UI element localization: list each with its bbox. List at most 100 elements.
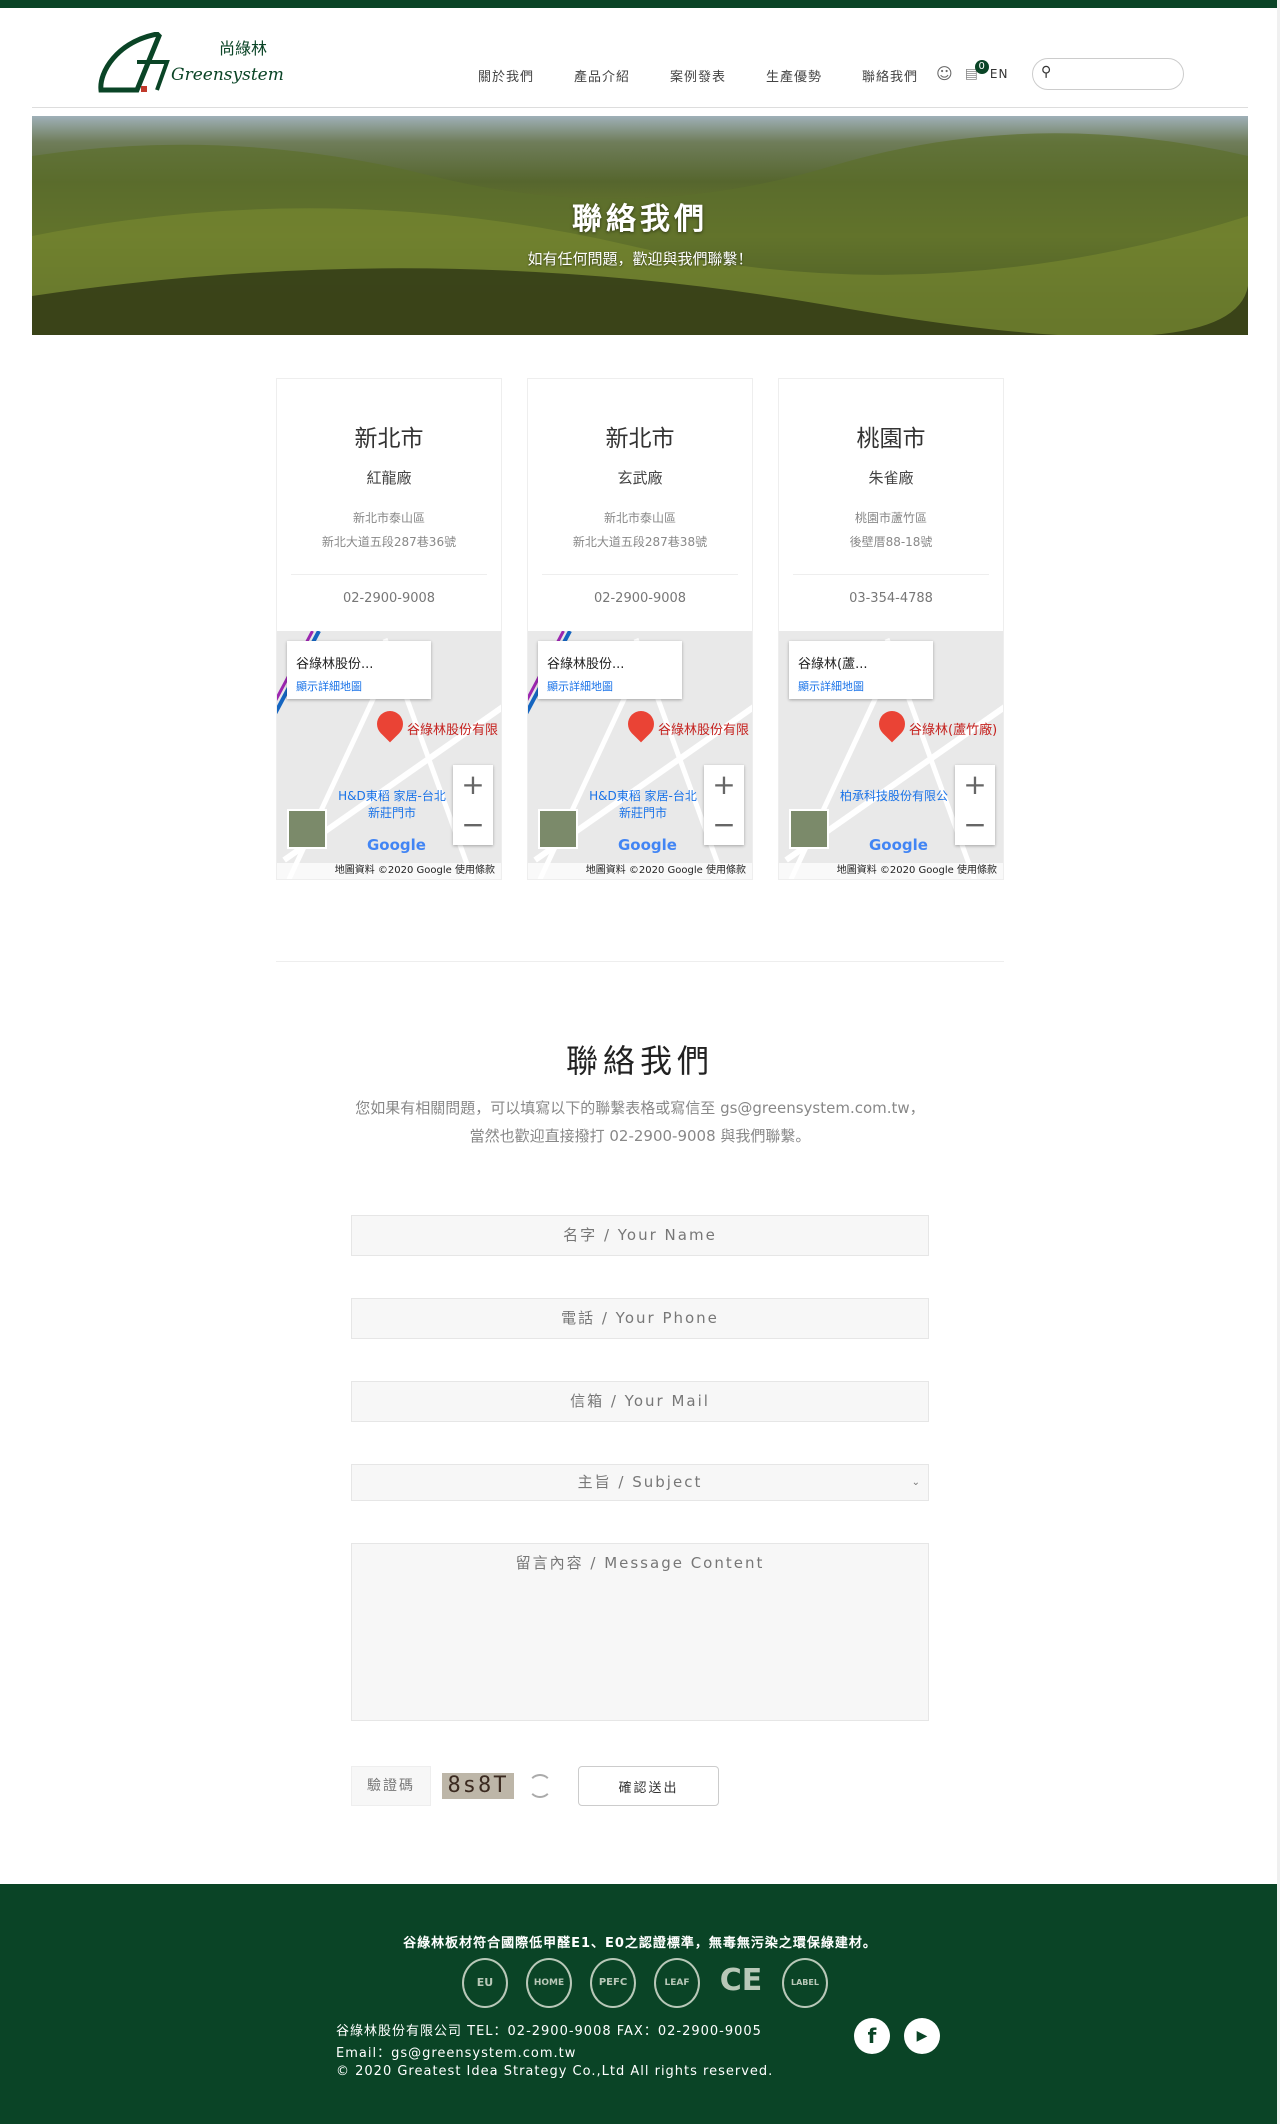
youtube-icon[interactable]: ▶ [904, 2018, 940, 2054]
subject-value: 主旨 / Subject [577, 1473, 703, 1491]
name-field[interactable]: 名字 / Your Name [351, 1215, 929, 1256]
section-divider [276, 961, 1004, 962]
map-poi: 柏承科技股份有限公 [839, 789, 948, 803]
nav-cases[interactable]: 案例發表 [670, 66, 766, 85]
address-line: 後壁厝88-18號 [849, 535, 933, 549]
card-phone: 03-354-4788 [849, 591, 933, 606]
top-bar [0, 0, 1280, 8]
subject-select[interactable]: 主旨 / Subject ⌄ [351, 1464, 929, 1501]
address-line: 新北市泰山區 [352, 511, 425, 525]
map-zoom-controls: + − [453, 765, 493, 845]
google-logo: Google [618, 836, 677, 854]
satellite-toggle[interactable] [789, 809, 829, 849]
map-place-title: 谷綠林(蘆... [798, 657, 868, 672]
card-divider [793, 574, 989, 575]
footer-statement: 谷綠林板材符合國際低甲醛E1、E0之認證標準，無毒無污染之環保綠建材。 [403, 1936, 877, 1951]
zoom-in-button[interactable]: + [704, 765, 744, 805]
header-divider [32, 107, 1248, 108]
zoom-out-button[interactable]: − [704, 805, 744, 845]
google-map[interactable]: 谷綠林股份... 顯示詳細地圖 谷綠林股份有限 H&D東稻 家居-台北新莊門市 +… [277, 631, 501, 879]
pin-label: 谷綠林股份有限 [658, 723, 750, 738]
map-zoom-controls: + − [955, 765, 995, 845]
card-address: 桃園市蘆竹區 後壁厝88-18號 [779, 506, 1003, 554]
location-card: 桃園市 朱雀廠 桃園市蘆竹區 後壁厝88-18號 03-354-4788 谷綠林(… [778, 378, 1004, 880]
map-attribution[interactable]: 地圖資料 ©2020 Google 使用條款 [528, 863, 752, 879]
facebook-icon[interactable]: f [854, 2018, 890, 2054]
message-field[interactable]: 留言內容 / Message Content [351, 1543, 929, 1721]
card-factory: 朱雀廠 [868, 469, 914, 487]
map-attribution[interactable]: 地圖資料 ©2020 Google 使用條款 [779, 863, 1003, 879]
submit-button[interactable]: 確認送出 [578, 1766, 719, 1806]
language-switch[interactable]: EN [990, 67, 1009, 81]
google-logo: Google [869, 836, 928, 854]
hero-title: 聯絡我們 [572, 202, 708, 237]
pefc-icon: PEFC [590, 1958, 636, 2008]
zoom-out-button[interactable]: − [453, 805, 493, 845]
address-line: 新北大道五段287巷36號 [321, 535, 457, 549]
footer: 谷綠林板材符合國際低甲醛E1、E0之認證標準，無毒無污染之環保綠建材。 EU H… [0, 1884, 1280, 2124]
main-nav: 關於我們 產品介紹 案例發表 生產優勢 聯絡我們 [478, 66, 922, 85]
nav-contact[interactable]: 聯絡我們 [862, 66, 922, 85]
view-larger-map-link[interactable]: 顯示詳細地圖 [798, 678, 924, 694]
card-divider [542, 574, 738, 575]
leaf-cert-icon: LEAF [654, 1958, 700, 2008]
nav-products[interactable]: 產品介紹 [574, 66, 670, 85]
card-city: 桃園市 [856, 426, 926, 452]
user-icon[interactable]: ☺ [936, 64, 953, 83]
google-map[interactable]: 谷綠林股份... 顯示詳細地圖 谷綠林股份有限 H&D東稻 家居-台北新莊門市 +… [528, 631, 752, 879]
satellite-toggle[interactable] [287, 809, 327, 849]
map-info-box: 谷綠林(蘆... 顯示詳細地圖 [789, 641, 933, 699]
map-info-box: 谷綠林股份... 顯示詳細地圖 [287, 641, 431, 699]
footer-email[interactable]: Email：gs@greensystem.com.tw [336, 2042, 576, 2061]
svg-text:尚綠林: 尚綠林 [219, 39, 267, 58]
footer-company: 谷綠林股份有限公司 TEL：02-2900-9008 FAX：02-2900-9… [336, 2024, 762, 2039]
phone-field[interactable]: 電話 / Your Phone [351, 1298, 929, 1339]
refresh-captcha-icon[interactable] [528, 1774, 552, 1798]
map-attribution[interactable]: 地圖資料 ©2020 Google 使用條款 [277, 863, 501, 879]
zoom-in-button[interactable]: + [453, 765, 493, 805]
mail-field[interactable]: 信箱 / Your Mail [351, 1381, 929, 1422]
map-pin-icon[interactable] [873, 705, 911, 743]
nav-about[interactable]: 關於我們 [478, 66, 574, 85]
nav-advantages[interactable]: 生產優勢 [766, 66, 862, 85]
svg-text:Greensystem: Greensystem [171, 65, 284, 85]
search-input[interactable]: ⚲ [1032, 58, 1184, 90]
ce-mark-icon: CE [719, 1963, 763, 1998]
card-address: 新北市泰山區新北大道五段287巷38號 [528, 506, 752, 554]
view-larger-map-link[interactable]: 顯示詳細地圖 [547, 678, 673, 694]
green-label-icon: LABEL [782, 1958, 828, 2008]
zoom-out-button[interactable]: − [955, 805, 995, 845]
google-map[interactable]: 谷綠林(蘆... 顯示詳細地圖 谷綠林(蘆竹廠) 柏承科技股份有限公 + − Goo… [779, 631, 1003, 879]
card-divider [291, 574, 487, 575]
map-place-title: 谷綠林股份... [296, 657, 374, 672]
map-pin-icon[interactable] [371, 705, 409, 743]
cart-icon[interactable]: ▤ 0 [965, 59, 989, 82]
location-card: 新北市 玄武廠 新北市泰山區 新北大道五段287巷38號 02-2900-9008… [527, 378, 753, 880]
logo[interactable]: 尚綠林 Greensystem [97, 31, 287, 94]
intro-line: 您如果有相關問題，可以填寫以下的聯繫表格或寫信至 gs@greensystem.… [355, 1099, 925, 1117]
home-cert-icon: HOME [526, 1958, 572, 2008]
cert-logos: EU HOME PEFC LEAF CE LABEL [462, 1958, 828, 2008]
eu-cert-icon: EU [462, 1958, 508, 2008]
address-line: 新北大道五段287巷38號 [572, 535, 708, 549]
satellite-toggle[interactable] [538, 809, 578, 849]
card-factory: 玄武廠 [617, 469, 663, 487]
view-larger-map-link[interactable]: 顯示詳細地圖 [296, 678, 422, 694]
pin-label: 谷綠林(蘆竹廠) [909, 723, 998, 738]
location-card: 新北市 紅龍廠 新北市泰山區 新北大道五段287巷36號 02-2900-9008… [276, 378, 502, 880]
address-line: 新北市泰山區 [603, 511, 676, 525]
card-city: 新北市 [354, 426, 424, 452]
map-info-box: 谷綠林股份... 顯示詳細地圖 [538, 641, 682, 699]
contact-title: 聯絡我們 [565, 1042, 714, 1080]
captcha-input[interactable]: 驗證碼 [351, 1766, 431, 1806]
card-address: 新北市泰山區新北大道五段287巷36號 [277, 506, 501, 554]
map-zoom-controls: + − [704, 765, 744, 845]
cart-badge: 0 [974, 59, 989, 74]
card-phone: 02-2900-9008 [593, 591, 687, 606]
map-pin-icon[interactable] [622, 705, 660, 743]
card-phone: 02-2900-9008 [342, 591, 436, 606]
hero-banner: 聯絡我們 如有任何問題，歡迎與我們聯繫！ [32, 116, 1248, 335]
map-poi: H&D東稻 家居-台北新莊門市 [338, 789, 446, 820]
zoom-in-button[interactable]: + [955, 765, 995, 805]
intro-line: 當然也歡迎直接撥打 02-2900-9008 與我們聯繫。 [469, 1127, 811, 1145]
